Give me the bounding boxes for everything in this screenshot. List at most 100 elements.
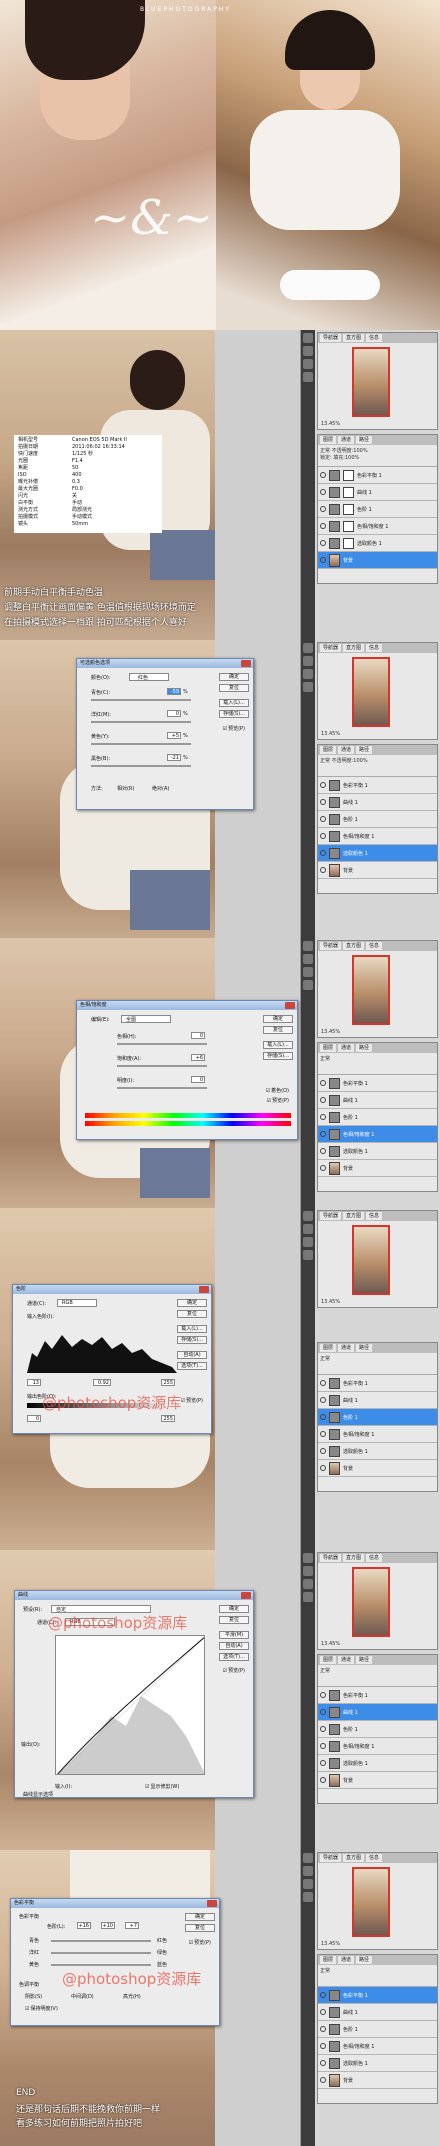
reset-button[interactable]: 复位 xyxy=(219,1616,249,1624)
layer-row[interactable]: 选取颜色 1 xyxy=(318,2055,437,2072)
layer-row[interactable]: 色阶 1 xyxy=(318,2021,437,2038)
layer-row-selected[interactable]: 曲线 1 xyxy=(318,1704,437,1721)
tab-info[interactable]: 信息 xyxy=(366,334,383,342)
eye-icon[interactable] xyxy=(320,1448,326,1454)
highlights-radio[interactable]: 高光(H) xyxy=(123,1993,141,2000)
layer-row[interactable]: 选取颜色 1 xyxy=(318,1755,437,1772)
eye-icon[interactable] xyxy=(320,1380,326,1386)
layer-row[interactable]: 背景 xyxy=(318,1772,437,1789)
navigator-thumbnail[interactable] xyxy=(352,955,390,1025)
save-button[interactable]: 存储(S)... xyxy=(219,710,249,718)
colors-select[interactable]: 红色 xyxy=(129,673,169,681)
tab-channels[interactable]: 通道 xyxy=(338,436,355,444)
save-button[interactable]: 存储(S)... xyxy=(263,1052,293,1060)
tab-info[interactable]: 信息 xyxy=(366,1854,383,1862)
eye-icon[interactable] xyxy=(320,1743,326,1749)
blend-mode[interactable]: 正常 xyxy=(320,1356,330,1362)
tab-info[interactable]: 信息 xyxy=(366,942,383,950)
eye-icon[interactable] xyxy=(320,850,326,856)
layer-row[interactable]: 曲线 1 xyxy=(318,1392,437,1409)
tab-histogram[interactable]: 直方图 xyxy=(343,1854,365,1862)
smooth-button[interactable]: 平滑(M) xyxy=(219,1631,249,1639)
hue-field[interactable]: 0 xyxy=(191,1032,205,1039)
layer-row[interactable]: 色相/饱和度 1 xyxy=(318,2038,437,2055)
layer-row-selected[interactable]: 选取颜色 1 xyxy=(318,845,437,862)
lightness-slider[interactable] xyxy=(117,1087,207,1089)
eye-icon[interactable] xyxy=(320,1080,326,1086)
options-button[interactable]: 选项(T)... xyxy=(219,1653,249,1661)
curves-graph[interactable] xyxy=(55,1635,205,1775)
tab-channels[interactable]: 通道 xyxy=(338,1956,355,1964)
tab-navigator[interactable]: 导航器 xyxy=(320,1854,342,1862)
eye-icon[interactable] xyxy=(320,1692,326,1698)
eye-icon[interactable] xyxy=(320,1709,326,1715)
fill-value[interactable]: 100% xyxy=(345,455,359,461)
layer-row[interactable]: 色彩平衡 1 xyxy=(318,1075,437,1092)
close-icon[interactable] xyxy=(285,1002,295,1009)
auto-button[interactable]: 自动(A) xyxy=(219,1642,249,1650)
load-button[interactable]: 载入(L)... xyxy=(263,1041,293,1049)
tab-paths[interactable]: 路径 xyxy=(356,1044,373,1052)
eye-icon[interactable] xyxy=(320,1097,326,1103)
level-field-2[interactable]: +10 xyxy=(101,1922,115,1929)
eye-icon[interactable] xyxy=(320,2060,326,2066)
tab-paths[interactable]: 路径 xyxy=(356,746,373,754)
tab-layers[interactable]: 图层 xyxy=(320,1044,337,1052)
layer-row-selected[interactable]: 背景 xyxy=(318,552,437,569)
tab-histogram[interactable]: 直方图 xyxy=(343,334,365,342)
tab-histogram[interactable]: 直方图 xyxy=(343,1554,365,1562)
show-clipping-checkbox[interactable]: 显示修剪(W) xyxy=(145,1783,179,1790)
input-black-field[interactable]: 13 xyxy=(27,1379,41,1386)
layer-row-selected[interactable]: 色阶 1 xyxy=(318,1409,437,1426)
opacity-value[interactable]: 100% xyxy=(353,448,367,454)
opacity-value[interactable]: 100% xyxy=(353,758,367,764)
layer-row[interactable]: 选取颜色 1 xyxy=(318,1143,437,1160)
input-gamma-field[interactable]: 0.92 xyxy=(93,1379,111,1386)
layer-row[interactable]: 色彩平衡 1 xyxy=(318,1687,437,1704)
tab-navigator[interactable]: 导航器 xyxy=(320,334,342,342)
preview-checkbox[interactable]: 预览(P) xyxy=(223,1667,245,1674)
reset-button[interactable]: 复位 xyxy=(219,684,249,692)
close-icon[interactable] xyxy=(199,1286,209,1293)
reset-button[interactable]: 复位 xyxy=(177,1310,207,1318)
yellow-blue-slider[interactable] xyxy=(51,1964,151,1966)
navigator-thumbnail[interactable] xyxy=(352,657,390,727)
eye-icon[interactable] xyxy=(320,2077,326,2083)
black-field[interactable]: -21 xyxy=(167,754,181,761)
layer-row[interactable]: 色阶 1 xyxy=(318,1109,437,1126)
layer-row[interactable]: 曲线 1 xyxy=(318,484,437,501)
layer-row[interactable]: 色相/饱和度 1 xyxy=(318,1738,437,1755)
navigator-thumbnail[interactable] xyxy=(352,1867,390,1937)
layer-row[interactable]: 色彩平衡 1 xyxy=(318,1375,437,1392)
load-button[interactable]: 载入(L)... xyxy=(219,699,249,707)
hue-slider[interactable] xyxy=(117,1043,207,1045)
tab-channels[interactable]: 通道 xyxy=(338,1044,355,1052)
eye-icon[interactable] xyxy=(320,472,326,478)
saturation-slider[interactable] xyxy=(117,1065,207,1067)
navigator-zoom[interactable]: 13.45% xyxy=(321,421,340,427)
layer-row[interactable]: 背景 xyxy=(318,1160,437,1177)
ok-button[interactable]: 确定 xyxy=(219,673,249,681)
yellow-slider[interactable] xyxy=(91,743,191,745)
eye-icon[interactable] xyxy=(320,2009,326,2015)
reset-button[interactable]: 复位 xyxy=(263,1026,293,1034)
preserve-luminosity-checkbox[interactable]: 保持明度(V) xyxy=(25,2005,57,2012)
tab-layers[interactable]: 图层 xyxy=(320,746,337,754)
magenta-green-slider[interactable] xyxy=(51,1952,151,1954)
ok-button[interactable]: 确定 xyxy=(185,1913,215,1921)
cyan-field[interactable]: -59 xyxy=(167,688,181,695)
close-icon[interactable] xyxy=(241,1592,251,1599)
blend-mode[interactable]: 正常 xyxy=(320,1056,330,1062)
navigator-zoom[interactable]: 13.45% xyxy=(321,1641,340,1647)
eye-icon[interactable] xyxy=(320,1465,326,1471)
eye-icon[interactable] xyxy=(320,1131,326,1137)
ok-button[interactable]: 确定 xyxy=(263,1015,293,1023)
preview-checkbox[interactable]: 预览(P) xyxy=(189,1939,211,1946)
tab-layers[interactable]: 图层 xyxy=(320,1956,337,1964)
layer-row[interactable]: 选取颜色 1 xyxy=(318,535,437,552)
preview-checkbox[interactable]: 预览(P) xyxy=(223,725,245,732)
ok-button[interactable]: 确定 xyxy=(219,1605,249,1613)
layer-row[interactable]: 色相/饱和度 1 xyxy=(318,1426,437,1443)
tab-histogram[interactable]: 直方图 xyxy=(343,644,365,652)
eye-icon[interactable] xyxy=(320,557,326,563)
